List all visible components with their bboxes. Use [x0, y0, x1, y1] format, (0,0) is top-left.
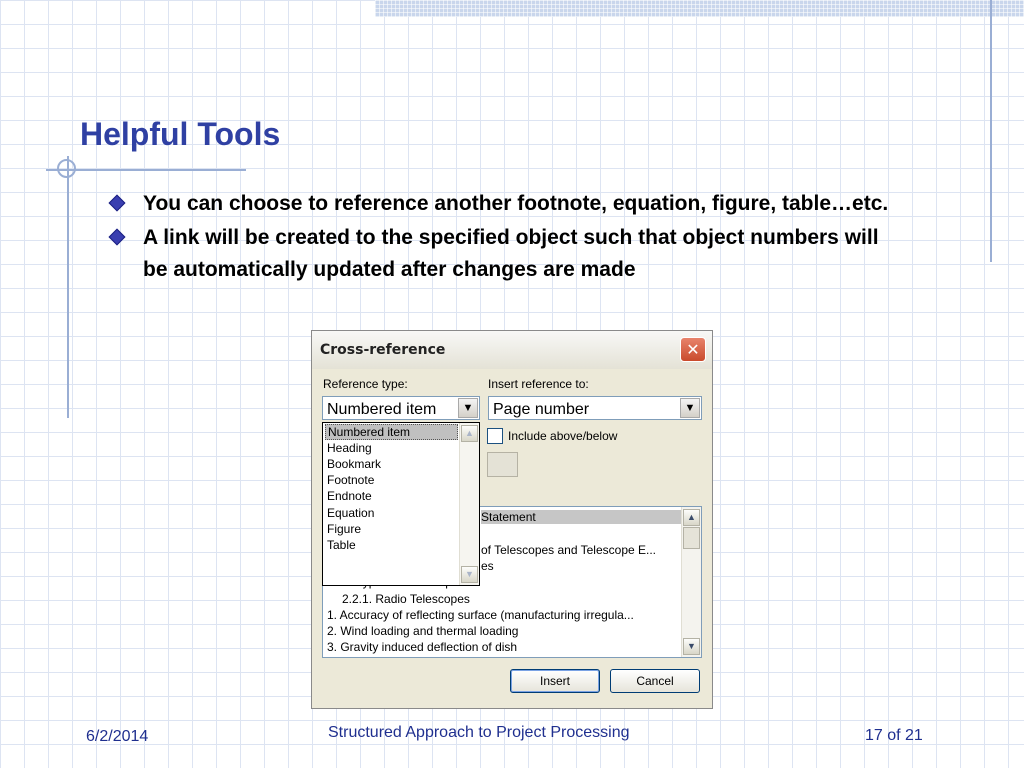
dropdown-option[interactable]: Endnote: [325, 488, 460, 504]
list-item[interactable]: Statement: [481, 510, 681, 524]
bullet-list: You can choose to reference another foot…: [108, 188, 908, 288]
footer-page-number: 17 of 21: [865, 727, 923, 744]
dropdown-option[interactable]: Footnote: [325, 472, 460, 488]
cancel-button[interactable]: Cancel: [610, 669, 700, 693]
list-item[interactable]: of Telescopes and Telescope E...: [481, 543, 656, 557]
dropdown-scrollbar[interactable]: ▲ ▼: [459, 423, 479, 585]
decorative-horizontal-line: [46, 169, 246, 171]
dropdown-option[interactable]: Numbered item: [325, 424, 458, 440]
header-band: [375, 0, 1024, 17]
dropdown-option[interactable]: Bookmark: [325, 456, 460, 472]
list-item[interactable]: 1. Accuracy of reflecting surface (manuf…: [327, 608, 634, 622]
reference-type-select[interactable]: Numbered item ▼: [322, 396, 480, 420]
reference-list-scrollbar[interactable]: ▲ ▼: [681, 507, 701, 657]
dropdown-option[interactable]: Equation: [325, 505, 460, 521]
list-item[interactable]: 3. Gravity induced deflection of dish: [327, 640, 517, 654]
insert-button[interactable]: Insert: [510, 669, 600, 693]
slide-title: Helpful Tools: [80, 116, 281, 152]
footer-title: Structured Approach to Project Processin…: [328, 724, 630, 741]
decorative-ring-icon: [57, 159, 76, 178]
list-item[interactable]: 2. Wind loading and thermal loading: [327, 624, 518, 638]
diamond-bullet-icon: [108, 194, 126, 212]
scroll-down-icon[interactable]: ▼: [683, 638, 700, 655]
disabled-button: [487, 452, 518, 477]
decorative-vertical-line-left: [67, 156, 69, 418]
list-item[interactable]: es: [481, 559, 494, 573]
dialog-title: Cross-reference: [320, 342, 446, 358]
dropdown-option[interactable]: Table: [325, 537, 460, 553]
bullet-item: You can choose to reference another foot…: [108, 188, 908, 220]
chevron-down-icon[interactable]: ▼: [458, 398, 478, 418]
chevron-down-icon[interactable]: ▼: [680, 398, 700, 418]
close-button[interactable]: ✕: [680, 337, 706, 362]
insert-reference-label: Insert reference to:: [488, 377, 589, 391]
footer-date: 6/2/2014: [86, 728, 149, 745]
list-item[interactable]: 2.2.1. Radio Telescopes: [342, 592, 470, 606]
reference-type-label: Reference type:: [323, 377, 408, 391]
dropdown-option[interactable]: Heading: [325, 440, 460, 456]
scroll-down-icon[interactable]: ▼: [461, 566, 478, 583]
scroll-up-icon[interactable]: ▲: [461, 425, 478, 442]
scroll-thumb[interactable]: [683, 527, 700, 549]
insert-reference-select[interactable]: Page number ▼: [488, 396, 702, 420]
dialog-titlebar[interactable]: Cross-reference ✕: [312, 331, 712, 369]
decorative-vertical-line-right: [990, 0, 992, 262]
insert-reference-value: Page number: [493, 401, 590, 418]
reference-type-dropdown[interactable]: Numbered item Heading Bookmark Footnote …: [322, 422, 480, 586]
bullet-text: You can choose to reference another foot…: [143, 192, 889, 215]
include-above-below-checkbox[interactable]: [487, 428, 503, 444]
bullet-text: A link will be created to the specified …: [143, 226, 879, 281]
include-above-below-label[interactable]: Include above/below: [508, 429, 617, 443]
bullet-item: A link will be created to the specified …: [108, 222, 908, 286]
reference-type-value: Numbered item: [327, 401, 437, 418]
scroll-up-icon[interactable]: ▲: [683, 509, 700, 526]
dropdown-option[interactable]: Figure: [325, 521, 460, 537]
diamond-bullet-icon: [108, 228, 126, 246]
